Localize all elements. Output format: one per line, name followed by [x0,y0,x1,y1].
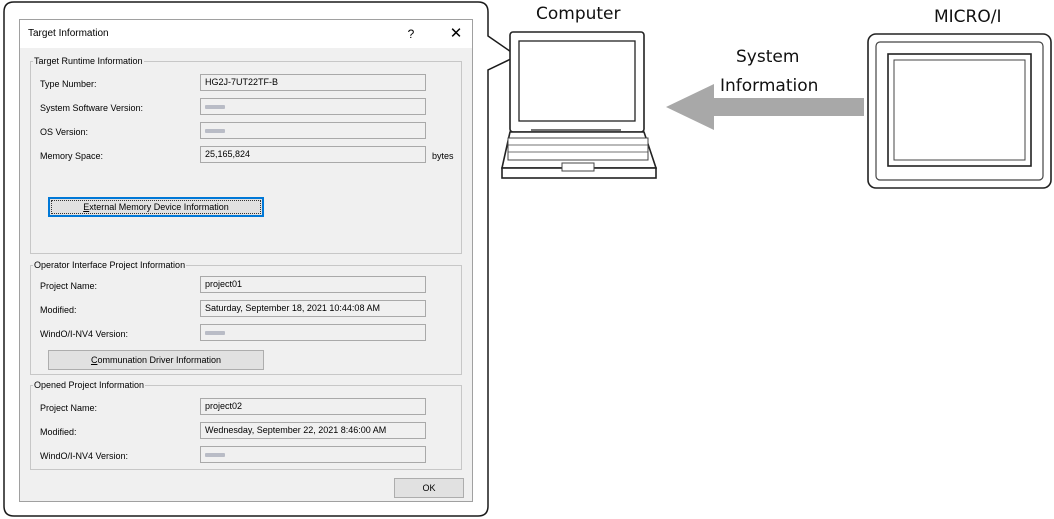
memory-unit-label: bytes [432,151,454,161]
operator-modified-label: Modified: [40,305,77,315]
redacted-value [205,105,225,109]
operator-interface-legend: Operator Interface Project Information [34,260,186,270]
operator-project-name-field[interactable]: project01 [200,276,426,293]
operator-project-name-label: Project Name: [40,281,98,291]
target-information-dialog: Target Information ? ✕ Target Runtime In… [19,19,473,502]
opened-windoi-version-label: WindO/I-NV4 Version: [40,451,129,461]
memory-space-label: Memory Space: [40,151,104,161]
target-runtime-legend: Target Runtime Information [34,56,143,66]
os-version-field[interactable] [200,122,426,139]
redacted-value [205,331,225,335]
type-number-label: Type Number: [40,79,97,89]
ok-button[interactable]: OK [394,478,464,498]
button-label: ommunation Driver Information [97,355,222,365]
os-version-label: OS Version: [40,127,89,137]
type-number-field[interactable]: HG2J-7UT22TF-B [200,74,426,91]
close-button[interactable]: ✕ [446,24,466,44]
dialog-titlebar: Target Information ? ✕ [20,20,472,48]
opened-windoi-version-field[interactable] [200,446,426,463]
redacted-value [205,129,225,133]
opened-project-legend: Opened Project Information [34,380,145,390]
opened-modified-label: Modified: [40,427,77,437]
arrow-label-information: Information [720,76,819,96]
redacted-value [205,453,225,457]
computer-label: Computer [536,4,621,24]
system-software-version-label: System Software Version: [40,103,144,113]
operator-modified-field[interactable]: Saturday, September 18, 2021 10:44:08 AM [200,300,426,317]
focus-rectangle [51,200,261,214]
help-button[interactable]: ? [402,24,420,44]
operator-windoi-version-label: WindO/I-NV4 Version: [40,329,129,339]
micro-i-label: MICRO/I [934,7,1002,27]
external-memory-device-information-button[interactable]: External Memory Device Information [48,197,264,217]
laptop-icon [501,31,658,179]
opened-modified-field[interactable]: Wednesday, September 22, 2021 8:46:00 AM [200,422,426,439]
memory-space-field[interactable]: 25,165,824 [200,146,426,163]
dialog-title: Target Information [28,28,109,39]
micro-i-display-icon [867,33,1052,189]
operator-windoi-version-field[interactable] [200,324,426,341]
opened-project-name-field[interactable]: project02 [200,398,426,415]
communication-driver-information-button[interactable]: Communation Driver Information [48,350,264,370]
opened-project-name-label: Project Name: [40,403,98,413]
arrow-label-system: System [736,47,800,67]
system-software-version-field[interactable] [200,98,426,115]
